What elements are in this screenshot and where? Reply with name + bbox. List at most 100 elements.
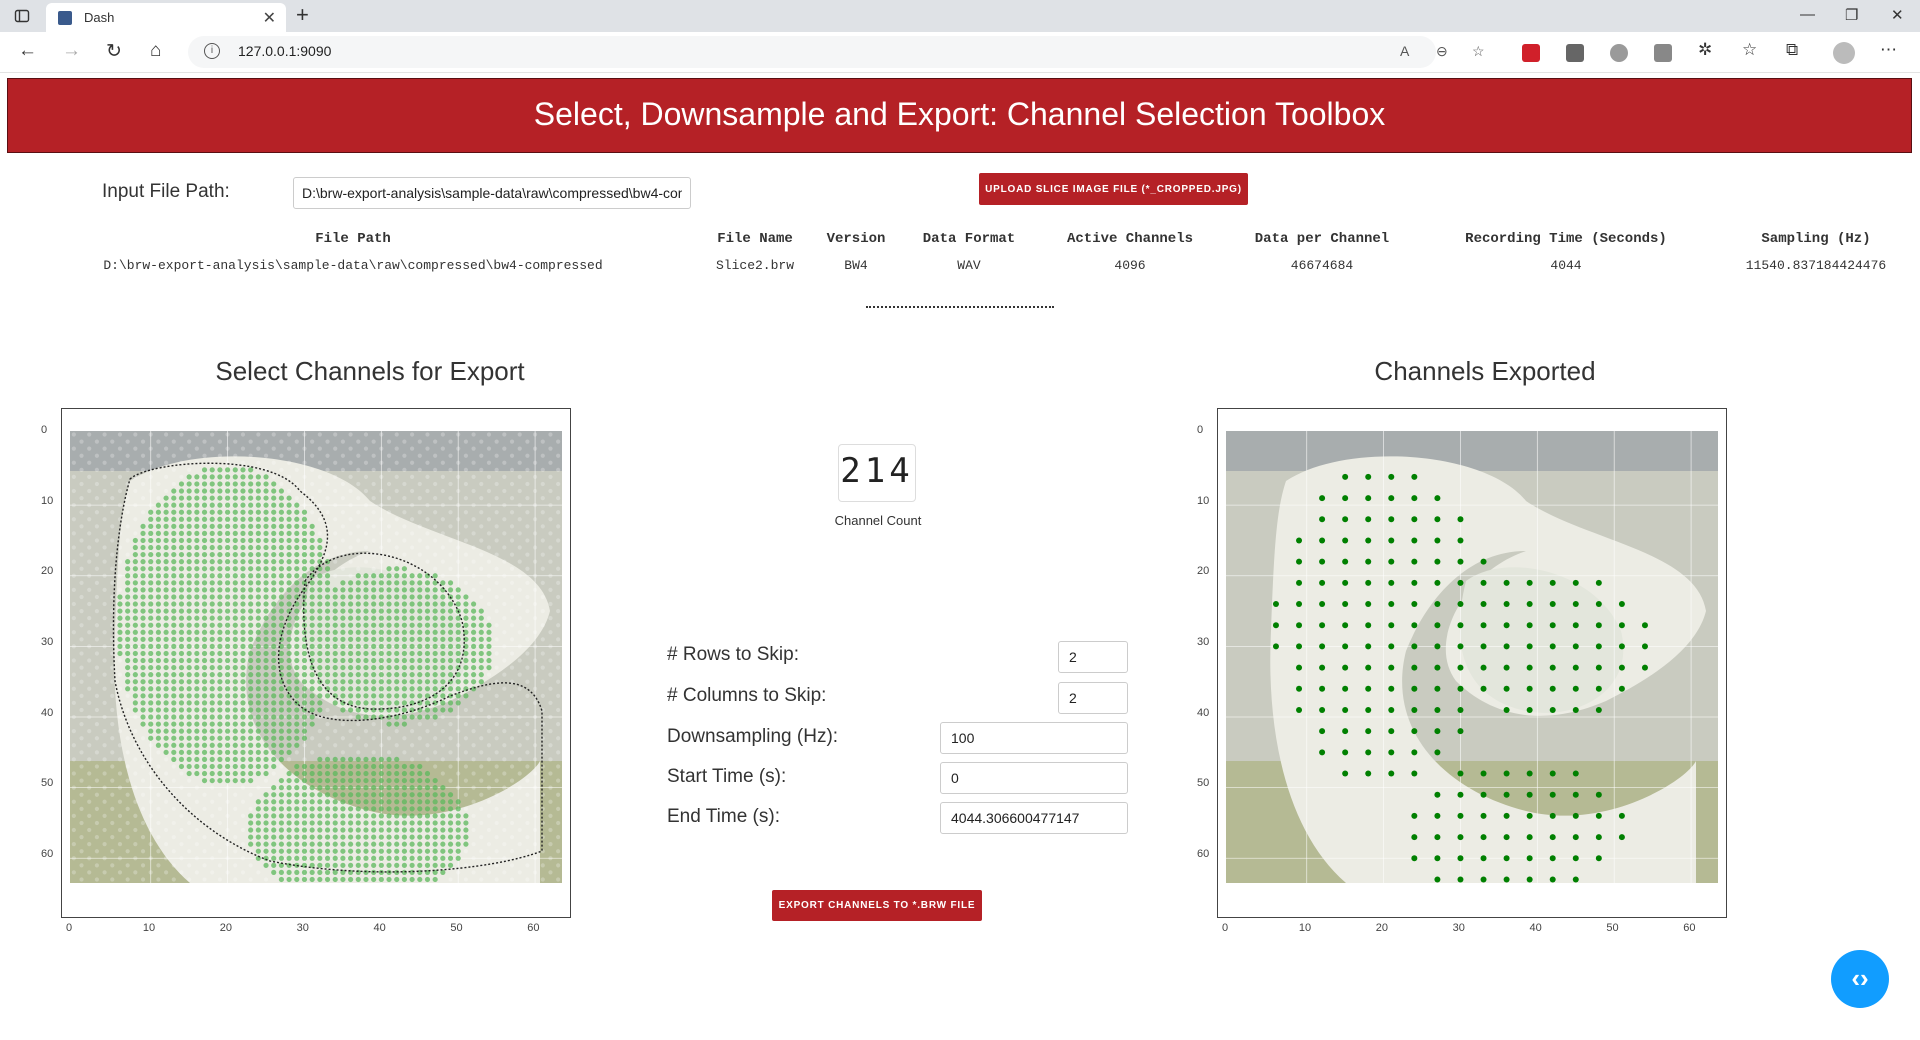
exported-channel-dot — [1526, 579, 1533, 586]
electrode-dot — [240, 432, 246, 437]
profile-avatar[interactable] — [1833, 42, 1855, 64]
selected-channel-dot — [355, 714, 361, 720]
electrode-dot — [94, 764, 100, 769]
selected-channel-dot — [171, 530, 177, 537]
electrode-dot — [494, 580, 499, 585]
electrode-dot — [240, 446, 246, 451]
zoom-icon[interactable]: ⊖ — [1436, 43, 1448, 60]
extension-shield-icon[interactable] — [1610, 44, 1628, 62]
read-aloud-icon[interactable]: A — [1400, 43, 1409, 59]
exported-channel-dot — [1411, 558, 1418, 565]
selected-channel-dot — [309, 650, 315, 657]
selected-channel-dot — [386, 813, 392, 819]
selected-channel-dot — [194, 601, 200, 607]
selected-channel-dot — [132, 664, 138, 671]
selected-channel-dot — [340, 587, 346, 593]
electrode-dot — [125, 467, 130, 472]
slice-image-left[interactable] — [70, 431, 562, 883]
selected-channel-dot — [224, 594, 231, 600]
extension-gray-icon[interactable] — [1566, 44, 1584, 62]
downsampling-input[interactable] — [940, 722, 1128, 754]
selected-channel-dot — [363, 777, 369, 784]
exported-channel-dot — [1572, 855, 1579, 862]
electrode-dot — [471, 856, 476, 861]
input-file-path-field[interactable] — [293, 177, 691, 209]
electrode-dot — [509, 495, 515, 501]
selected-channel-dot — [194, 650, 200, 657]
selected-channel-dot — [163, 693, 169, 699]
end-time-input[interactable] — [940, 802, 1128, 834]
favorites-icon[interactable]: ☆ — [1742, 40, 1757, 60]
electrode-dot — [494, 439, 499, 444]
selected-channel-dot — [125, 566, 131, 572]
electrode-dot — [532, 743, 538, 748]
address-bar[interactable]: i 127.0.0.1:9090 A ⊖ ☆ — [188, 36, 1485, 68]
close-tab-icon[interactable]: ✕ — [263, 8, 276, 28]
selected-channel-dot — [178, 728, 185, 734]
address-url[interactable]: 127.0.0.1:9090 — [238, 43, 331, 59]
selected-channel-dot — [394, 622, 400, 628]
site-info-icon[interactable]: i — [204, 43, 220, 59]
selected-channel-dot — [363, 841, 369, 847]
select-channels-plot[interactable] — [61, 408, 571, 918]
close-window-icon[interactable]: ✕ — [1891, 6, 1904, 24]
selected-channel-dot — [209, 580, 215, 586]
start-time-input[interactable] — [940, 762, 1128, 794]
selected-channel-dot — [355, 848, 361, 854]
rows-skip-input[interactable] — [1058, 641, 1128, 673]
forward-icon[interactable]: → — [62, 40, 81, 62]
export-channels-button[interactable]: Export Channels to *.brw File — [772, 890, 982, 921]
selected-channel-dot — [386, 855, 392, 861]
selected-channel-dot — [317, 643, 323, 650]
selected-channel-dot — [255, 834, 261, 840]
selected-channel-dot — [132, 559, 138, 565]
window-menu-icon[interactable] — [14, 8, 30, 24]
favorite-add-icon[interactable]: ☆ — [1472, 43, 1485, 60]
selected-channel-dot — [278, 559, 285, 565]
selected-channel-dot — [271, 799, 277, 805]
selected-channel-dot — [332, 813, 338, 819]
back-icon[interactable]: ← — [18, 40, 37, 62]
selected-channel-dot — [347, 629, 354, 635]
slice-image-right[interactable] — [1226, 431, 1718, 883]
y-axis-tick: 20 — [1197, 565, 1210, 578]
selected-channel-dot — [271, 643, 277, 650]
selected-channel-dot — [255, 770, 261, 777]
browser-toolbar: ← → ↻ ⌂ i 127.0.0.1:9090 A ⊖ ☆ ✲ ☆ ⧉ ⋯ — [0, 32, 1920, 73]
new-tab-icon[interactable]: + — [296, 2, 309, 28]
minimize-icon[interactable]: — — [1800, 6, 1815, 23]
selected-channel-dot — [378, 799, 384, 805]
electrode-dot — [140, 863, 146, 868]
extension-red-icon[interactable] — [1522, 44, 1540, 62]
browser-tab-dash[interactable]: Dash ✕ — [46, 3, 286, 32]
more-menu-icon[interactable]: ⋯ — [1880, 40, 1897, 60]
electrode-dot — [417, 750, 422, 755]
selected-channel-dot — [417, 792, 423, 798]
electrode-dot — [240, 870, 246, 875]
selected-channel-dot — [209, 636, 215, 642]
exported-channel-dot — [1388, 749, 1395, 756]
columns-skip-input[interactable] — [1058, 682, 1128, 714]
home-icon[interactable]: ⌂ — [150, 40, 161, 62]
electrode-dot — [556, 665, 561, 670]
collections-icon[interactable]: ⧉ — [1786, 40, 1798, 60]
electrode-dot — [448, 510, 453, 515]
selected-channel-dot — [255, 537, 261, 544]
electrode-dot — [317, 474, 322, 480]
selected-channel-dot — [363, 792, 369, 798]
channels-exported-plot[interactable] — [1217, 408, 1727, 918]
dev-tools-toggle-button[interactable]: ‹› — [1831, 950, 1889, 1008]
restore-icon[interactable]: ❐ — [1845, 6, 1858, 24]
electrode-dot — [448, 877, 453, 882]
selected-channel-dot — [424, 848, 431, 854]
exported-channel-dot — [1434, 685, 1441, 692]
upload-slice-image-button[interactable]: Upload Slice Image File (*_cropped.jpg) — [979, 173, 1248, 205]
extension-pdf-icon[interactable] — [1654, 44, 1672, 62]
selected-channel-dot — [278, 608, 285, 614]
selected-channel-dot — [371, 855, 377, 861]
refresh-icon[interactable]: ↻ — [106, 40, 122, 63]
extensions-icon[interactable]: ✲ — [1698, 40, 1712, 60]
selected-channel-dot — [209, 650, 215, 657]
electrode-dot — [494, 792, 499, 797]
exported-channel-dot — [1296, 706, 1303, 713]
